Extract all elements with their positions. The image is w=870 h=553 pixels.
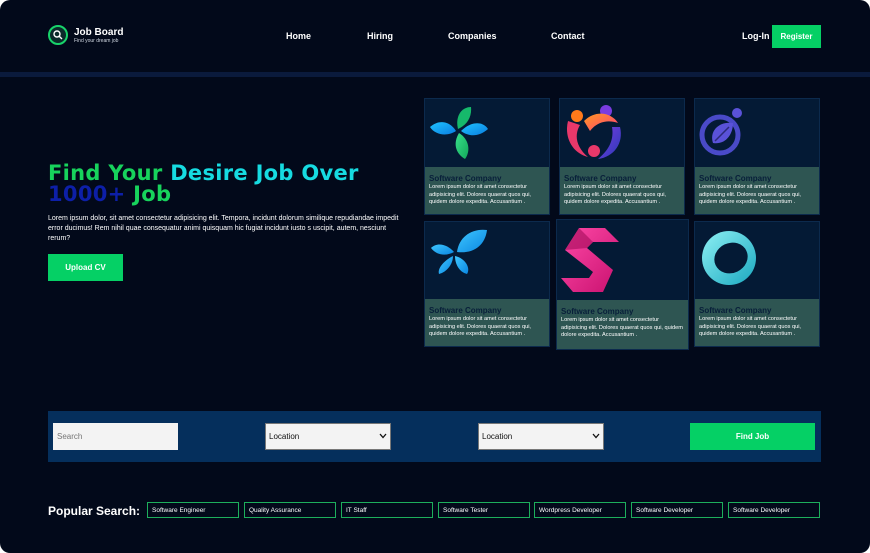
popular-search-label: Popular Search: bbox=[48, 504, 141, 518]
card-body: Software Company Lorem ipsum dolor sit a… bbox=[425, 167, 549, 214]
site-header: Job Board Find your dream job Home Hirin… bbox=[0, 0, 870, 72]
company-description: Lorem ipsum dolor sit amet consectetur a… bbox=[564, 184, 666, 205]
brand-tagline: Find your dream job bbox=[74, 37, 119, 44]
brand-name: Job Board bbox=[74, 26, 124, 38]
company-description: Lorem ipsum dolor sit amet consectetur a… bbox=[699, 184, 801, 205]
hero-title: Find Your Desire Job Over 1000+ Job bbox=[48, 163, 408, 205]
company-description: Lorem ipsum dolor sit amet consectetur a… bbox=[429, 184, 531, 205]
page-frame: Job Board Find your dream job Home Hirin… bbox=[0, 0, 870, 553]
card-body: Software Company Lorem ipsum dolor sit a… bbox=[425, 299, 549, 346]
hero-title-part4: Job bbox=[133, 182, 172, 206]
chevron-down-icon bbox=[379, 432, 387, 441]
nav-contact[interactable]: Contact bbox=[551, 31, 585, 41]
ring-logo-icon bbox=[695, 222, 819, 300]
location-select-2[interactable]: Location bbox=[478, 423, 604, 450]
magnifier-icon bbox=[48, 25, 68, 45]
location-select-value: Location bbox=[482, 432, 513, 441]
card-body: Software Company Lorem ipsum dolor sit a… bbox=[557, 300, 688, 349]
search-input[interactable] bbox=[53, 423, 178, 450]
card-body: Software Company Lorem ipsum dolor sit a… bbox=[560, 167, 684, 214]
chevron-down-icon bbox=[592, 432, 600, 441]
popular-tag[interactable]: Quality Assurance bbox=[244, 502, 336, 518]
popular-tag[interactable]: Software Developer bbox=[631, 502, 723, 518]
card-body: Software Company Lorem ipsum dolor sit a… bbox=[695, 167, 819, 214]
company-name: Software Company bbox=[699, 174, 772, 183]
company-name: Software Company bbox=[429, 174, 502, 183]
company-card[interactable]: Software Company Lorem ipsum dolor sit a… bbox=[694, 98, 820, 215]
four-petal-logo-icon bbox=[425, 99, 549, 167]
butterfly-logo-icon bbox=[425, 222, 549, 300]
location-select-value: Location bbox=[269, 432, 300, 441]
register-button[interactable]: Register bbox=[772, 25, 821, 48]
nav-companies[interactable]: Companies bbox=[448, 31, 497, 41]
brand-logo[interactable]: Job Board Find your dream job bbox=[48, 25, 123, 45]
leaf-circle-logo-icon bbox=[695, 99, 819, 167]
s-hexagon-logo-icon bbox=[557, 220, 688, 302]
company-description: Lorem ipsum dolor sit amet consectetur a… bbox=[429, 316, 531, 337]
hero-description: Lorem ipsum dolor, sit amet consectetur … bbox=[48, 215, 399, 242]
company-card[interactable]: Software Company Lorem ipsum dolor sit a… bbox=[556, 219, 689, 350]
company-name: Software Company bbox=[429, 306, 502, 315]
card-body: Software Company Lorem ipsum dolor sit a… bbox=[695, 299, 819, 346]
nav-hiring[interactable]: Hiring bbox=[367, 31, 393, 41]
upload-cv-button[interactable]: Upload CV bbox=[48, 254, 123, 281]
popular-tag[interactable]: IT Staff bbox=[341, 502, 433, 518]
nav-home[interactable]: Home bbox=[286, 31, 311, 41]
popular-tag[interactable]: Wordpress Developer bbox=[534, 502, 626, 518]
location-select-1[interactable]: Location bbox=[265, 423, 391, 450]
people-circle-logo-icon bbox=[560, 99, 684, 167]
company-description: Lorem ipsum dolor sit amet consectetur a… bbox=[561, 317, 683, 338]
company-card[interactable]: Software Company Lorem ipsum dolor sit a… bbox=[424, 98, 550, 215]
company-card[interactable]: Software Company Lorem ipsum dolor sit a… bbox=[559, 98, 685, 215]
company-name: Software Company bbox=[561, 307, 634, 316]
popular-tag[interactable]: Software Developer bbox=[728, 502, 820, 518]
login-link[interactable]: Log-In bbox=[742, 31, 770, 41]
company-description: Lorem ipsum dolor sit amet consectetur a… bbox=[699, 316, 801, 337]
hero-title-part2: Desire Job Over bbox=[170, 161, 359, 185]
header-divider bbox=[0, 72, 870, 77]
find-job-button[interactable]: Find Job bbox=[690, 423, 815, 450]
company-card[interactable]: Software Company Lorem ipsum dolor sit a… bbox=[424, 221, 550, 347]
popular-tag[interactable]: Software Tester bbox=[438, 502, 530, 518]
popular-tag[interactable]: Software Engineer bbox=[147, 502, 239, 518]
company-name: Software Company bbox=[564, 174, 637, 183]
hero-title-part3: 1000+ bbox=[48, 182, 126, 206]
company-card[interactable]: Software Company Lorem ipsum dolor sit a… bbox=[694, 221, 820, 347]
company-name: Software Company bbox=[699, 306, 772, 315]
